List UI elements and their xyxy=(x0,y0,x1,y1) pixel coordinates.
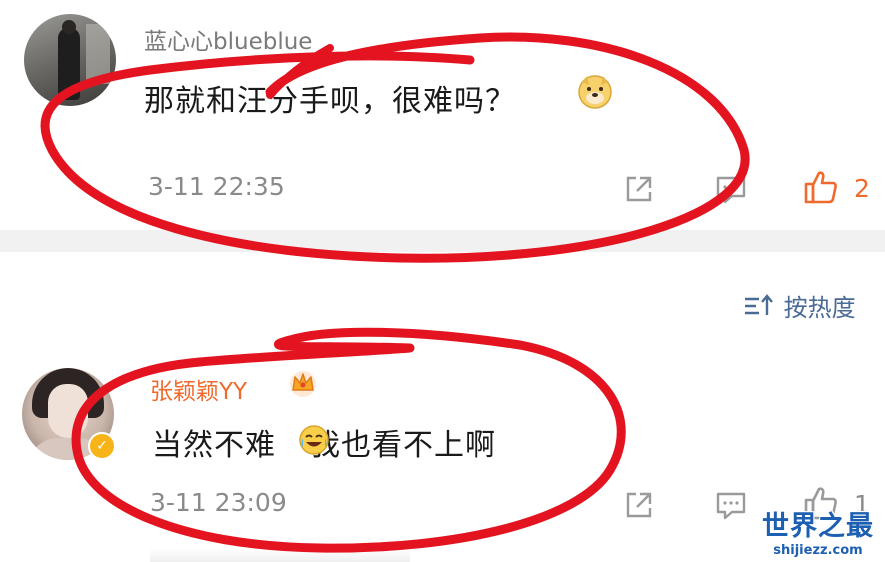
section-divider xyxy=(0,230,885,252)
like-icon[interactable] xyxy=(802,168,840,206)
comment-username[interactable]: 蓝心心blueblue xyxy=(144,22,312,56)
share-icon[interactable] xyxy=(622,488,656,522)
verified-badge-icon: ✓ xyxy=(88,432,116,460)
like-count: 2 xyxy=(854,174,870,203)
sort-label: 按热度 xyxy=(783,294,856,322)
sort-by-hot-button[interactable]: 按热度 xyxy=(742,288,856,322)
laugh-cry-emoji-icon xyxy=(299,425,329,455)
site-watermark: 世界之最 shijiezz.com xyxy=(756,504,880,558)
doge-emoji-icon xyxy=(578,75,612,109)
watermark-url: shijiezz.com xyxy=(773,543,863,558)
next-comment-peek xyxy=(150,548,410,562)
comment-username[interactable]: 张颖颖YY xyxy=(150,372,247,406)
avatar[interactable] xyxy=(24,14,116,106)
comment-timestamp: 3-11 22:35 xyxy=(148,172,285,201)
share-icon[interactable] xyxy=(622,172,656,206)
comment-text-part: 当然不难 xyxy=(152,428,276,463)
comment-text: 那就和汪分手呗，很难吗？ xyxy=(144,84,516,119)
watermark-title: 世界之最 xyxy=(762,511,874,542)
crown-icon xyxy=(290,371,316,397)
reply-icon[interactable] xyxy=(714,488,748,522)
comment-text-part: 我也看不上啊 xyxy=(310,428,496,463)
reply-icon[interactable] xyxy=(714,172,748,206)
comment-screenshot: 蓝心心blueblue 那就和汪分手呗，很难吗？ 3-11 22:35 2 按热… xyxy=(0,0,885,562)
sort-icon xyxy=(745,293,773,315)
comment-timestamp: 3-11 23:09 xyxy=(150,488,287,517)
